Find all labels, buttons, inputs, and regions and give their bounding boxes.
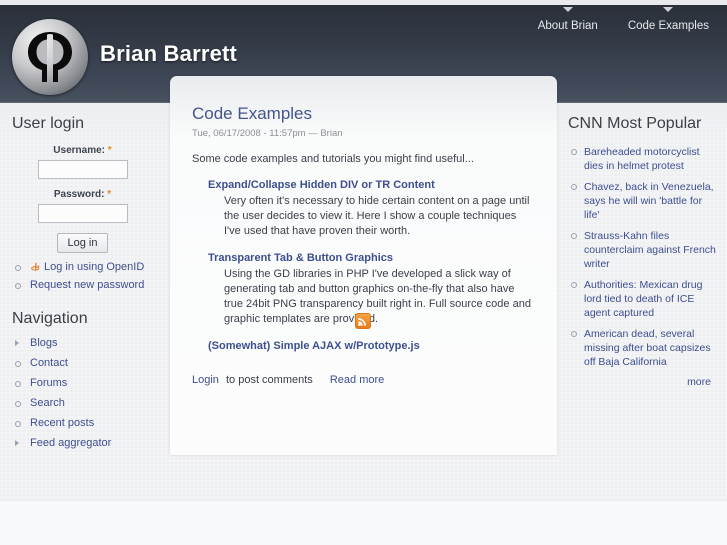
log-in-button[interactable]: Log in: [56, 233, 109, 253]
password-label: Password: *: [12, 189, 153, 200]
password-input[interactable]: [37, 204, 128, 223]
list-item: Strauss-Kahn files counterclaim against …: [568, 229, 717, 271]
nav-link-blogs[interactable]: Blogs: [30, 337, 58, 349]
nav-link-feed-aggregator[interactable]: Feed aggregator: [30, 437, 111, 449]
cnn-item-link[interactable]: Chavez, back in Venezuela, says he will …: [584, 181, 714, 221]
login-form: Username: * Password: * Log in: [12, 145, 153, 261]
rss-feed-icon[interactable]: [355, 313, 371, 329]
login-suffix-text: to post comments: [222, 374, 313, 386]
bullet-circle-icon: [571, 282, 577, 288]
bullet-circle-icon: [15, 421, 21, 427]
nav-link-contact[interactable]: Contact: [30, 357, 68, 369]
username-label: Username: *: [12, 145, 153, 156]
login-to-comment-link[interactable]: Login: [192, 374, 219, 386]
list-item: Chavez, back in Venezuela, says he will …: [568, 180, 717, 222]
cnn-item-link[interactable]: Authorities: Mexican drug lord tied to d…: [584, 279, 702, 319]
entry-term-2: Transparent Tab & Button Graphics: [192, 252, 535, 264]
list-item: Feed aggregator: [12, 437, 153, 450]
nav-item-about-brian[interactable]: About Brian: [534, 7, 602, 35]
nav-item-label: About Brian: [537, 20, 598, 32]
bullet-circle-icon: [571, 149, 577, 155]
entry-term-1: Expand/Collapse Hidden DIV or TR Content: [192, 179, 535, 191]
block-title-navigation: Navigation: [12, 310, 88, 327]
list-item: Bareheaded motorcyclist dies in helmet p…: [568, 145, 717, 173]
cnn-item-link[interactable]: Strauss-Kahn files counterclaim against …: [584, 230, 716, 270]
nav-item-code-examples[interactable]: Code Examples: [624, 7, 713, 35]
list-item: Authorities: Mexican drug lord tied to d…: [568, 278, 717, 320]
bullet-circle-icon: [15, 381, 21, 387]
openid-icon: [30, 261, 41, 272]
site-title: Brian Barrett: [100, 41, 238, 66]
required-marker: *: [107, 189, 112, 200]
list-item: Log in using OpenID: [12, 261, 153, 274]
nav-item-label: Code Examples: [627, 20, 709, 32]
block-navigation: Navigation Blogs Contact Forums Search R…: [0, 310, 165, 450]
bullet-circle-icon: [15, 361, 21, 367]
page-root: Brian Barrett About Brian Code Examples …: [0, 0, 727, 545]
bullet-circle-icon: [15, 283, 21, 289]
list-item: American dead, several missing after boa…: [568, 327, 717, 369]
sidebar-left: User login Username: * Password: * Log i…: [0, 103, 165, 500]
block-title-user-login: User login: [12, 115, 85, 132]
main-content-panel: Code Examples Tue, 06/17/2008 - 11:57pm …: [170, 76, 557, 455]
username-input[interactable]: [37, 160, 128, 179]
read-more-link[interactable]: Read more: [330, 374, 384, 386]
nav-link-search[interactable]: Search: [30, 397, 65, 409]
block-user-login: User login Username: * Password: * Log i…: [0, 103, 165, 292]
list-item: Blogs: [12, 337, 153, 350]
bullet-circle-icon: [571, 331, 577, 337]
chevron-down-icon: [562, 7, 573, 12]
list-item: Contact: [12, 357, 153, 370]
sidebar-right: CNN Most Popular Bareheaded motorcyclist…: [560, 103, 727, 500]
login-openid-label: Log in using OpenID: [44, 261, 145, 273]
qp-monogram-logo-icon[interactable]: [12, 19, 88, 95]
cnn-more-link-wrap: more: [568, 376, 717, 388]
login-links-list: Log in using OpenID Request new password: [12, 261, 153, 292]
primary-navigation: About Brian Code Examples: [534, 7, 713, 35]
request-new-password-link[interactable]: Request new password: [30, 279, 144, 291]
entry-term-link-3[interactable]: (Somewhat) Simple AJAX w/Prototype.js: [208, 340, 420, 352]
entry-term-link-2[interactable]: Transparent Tab & Button Graphics: [208, 252, 393, 264]
entry-term-3: (Somewhat) Simple AJAX w/Prototype.js: [192, 340, 535, 352]
bullet-circle-icon: [571, 184, 577, 190]
post-submitted-meta: Tue, 06/17/2008 - 11:57pm — Brian: [192, 128, 343, 139]
login-openid-link[interactable]: Log in using OpenID: [30, 261, 144, 273]
navigation-list: Blogs Contact Forums Search Recent posts: [12, 337, 153, 450]
post-intro-text: Some code examples and tutorials you mig…: [192, 153, 474, 165]
required-marker: *: [107, 145, 112, 156]
block-title-cnn-most-popular: CNN Most Popular: [568, 115, 702, 132]
nav-link-forums[interactable]: Forums: [30, 377, 67, 389]
entry-term-link-1[interactable]: Expand/Collapse Hidden DIV or TR Content: [208, 179, 435, 191]
list-item: Search: [12, 397, 153, 410]
chevron-down-icon: [663, 7, 674, 12]
post-links-row: Login to post comments Read more: [192, 374, 535, 386]
cnn-item-link[interactable]: American dead, several missing after boa…: [584, 328, 711, 368]
nav-link-recent-posts[interactable]: Recent posts: [30, 417, 94, 429]
entry-definition-1: Very often it's necessary to hide certai…: [224, 195, 530, 237]
username-label-text: Username:: [53, 145, 105, 156]
bullet-circle-icon: [571, 233, 577, 239]
bullet-circle-icon: [15, 401, 21, 407]
bullet-circle-icon: [15, 265, 21, 271]
list-item: Forums: [12, 377, 153, 390]
page-title: Code Examples: [192, 104, 313, 123]
cnn-more-link[interactable]: more: [687, 376, 711, 388]
list-item: Recent posts: [12, 417, 153, 430]
cnn-most-popular-list: Bareheaded motorcyclist dies in helmet p…: [568, 145, 717, 369]
cnn-item-link[interactable]: Bareheaded motorcyclist dies in helmet p…: [584, 146, 700, 172]
triangle-right-icon: [15, 340, 19, 346]
site-footer: [0, 500, 727, 545]
list-item: Request new password: [12, 279, 153, 292]
password-label-text: Password:: [53, 189, 105, 200]
triangle-right-icon: [15, 440, 19, 446]
